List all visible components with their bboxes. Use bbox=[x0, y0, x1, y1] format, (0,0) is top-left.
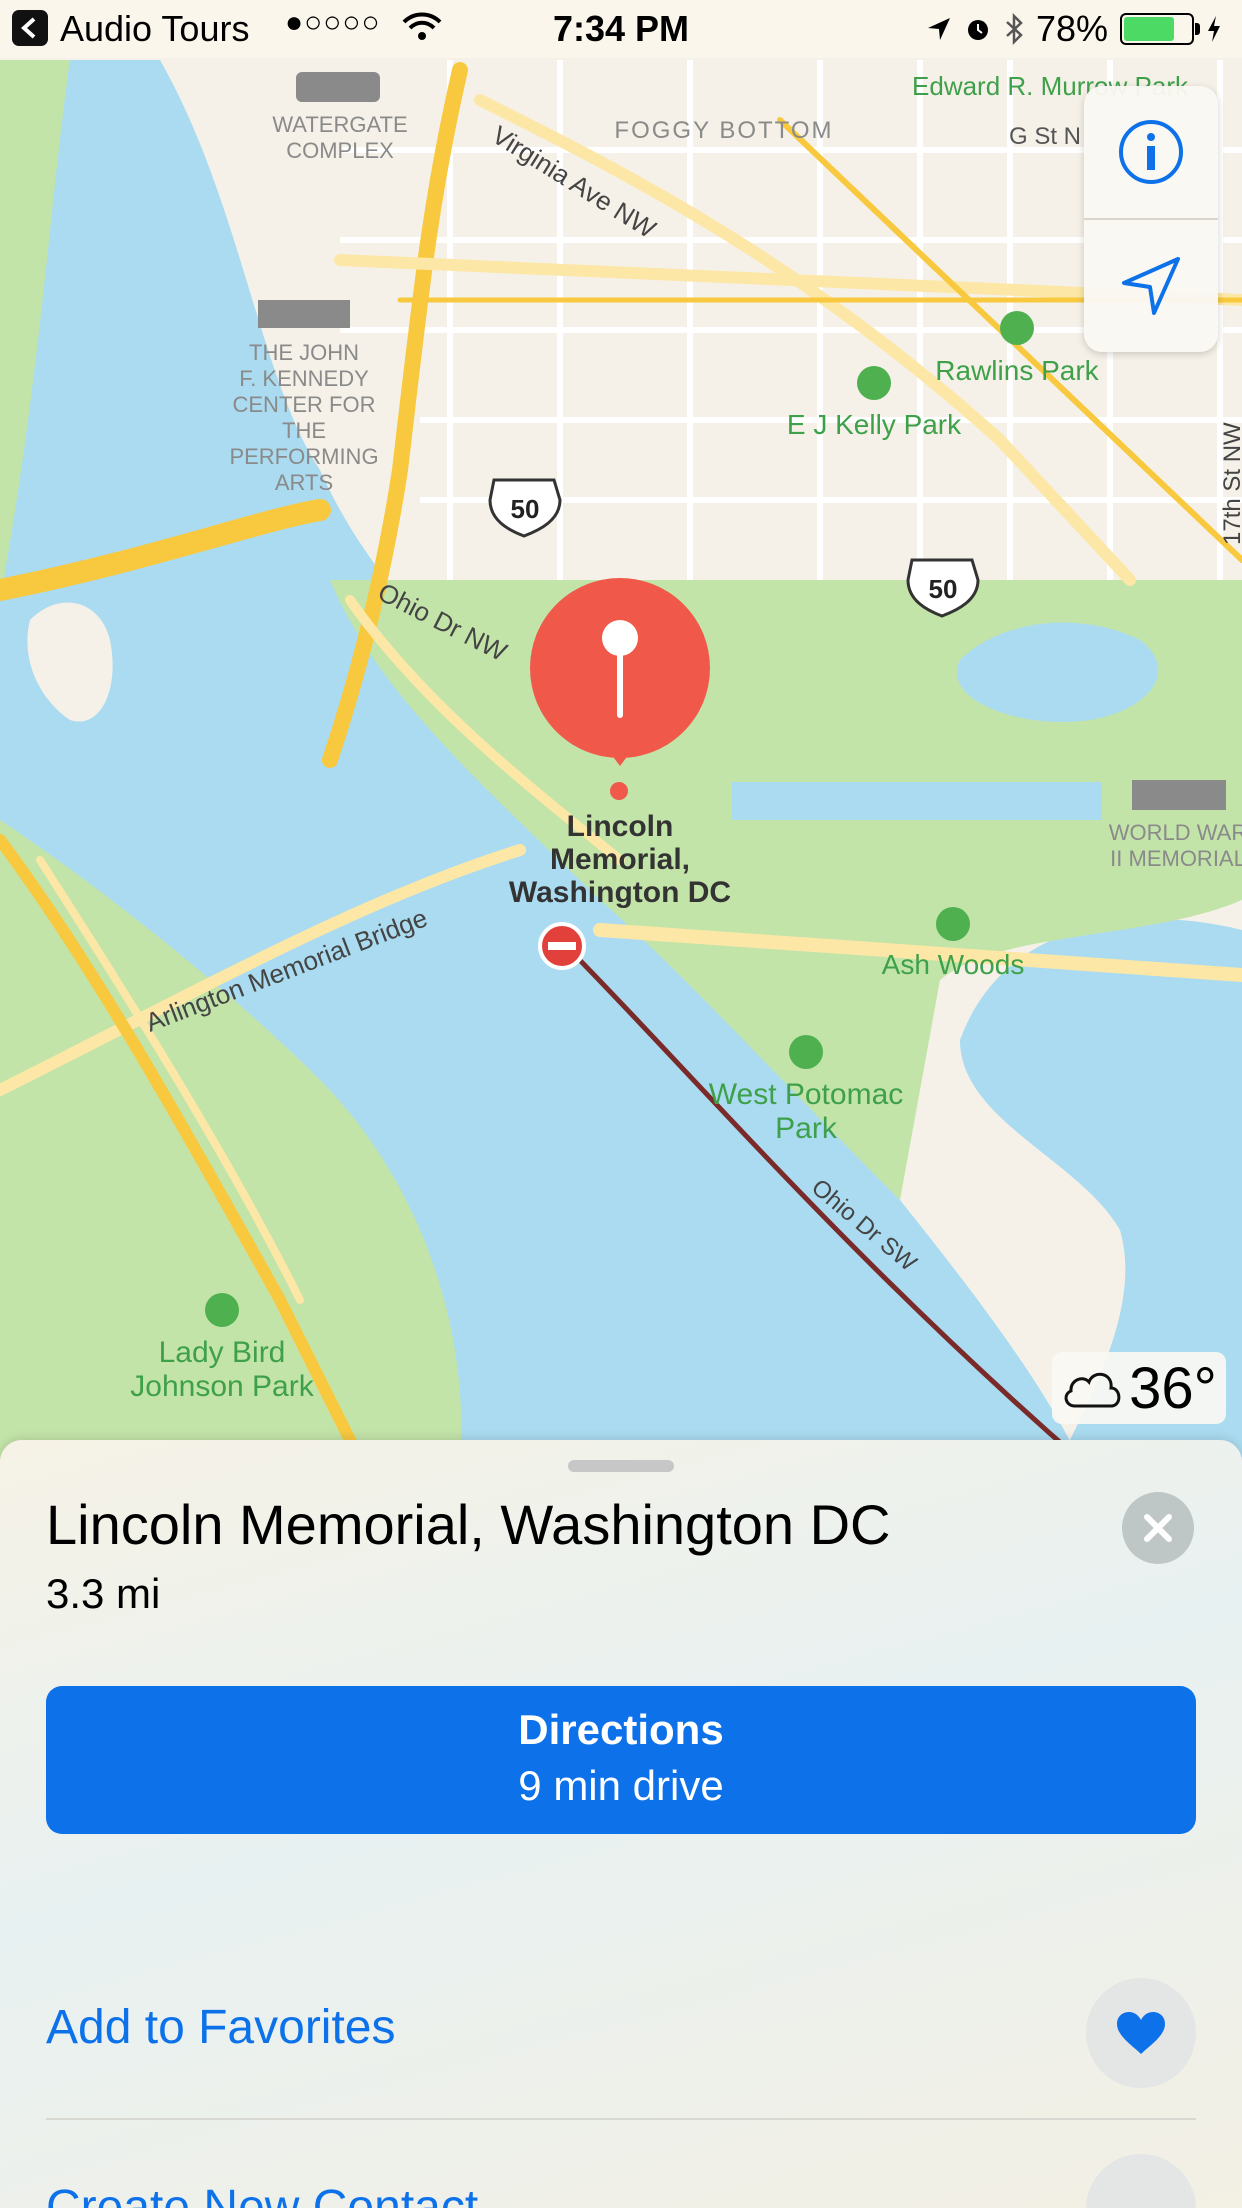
label-kennedy-1: THE JOHN bbox=[249, 340, 359, 365]
info-icon bbox=[1119, 120, 1183, 184]
directions-eta: 9 min drive bbox=[518, 1762, 724, 1809]
temperature: 36° bbox=[1129, 1355, 1217, 1421]
label-lady-bird-1: Lady Bird bbox=[159, 1336, 286, 1369]
label-route-50-b: 50 bbox=[929, 574, 958, 604]
label-rawlins-park: Rawlins Park bbox=[935, 355, 1099, 386]
add-contact-icon[interactable] bbox=[1086, 2154, 1196, 2208]
battery-fill bbox=[1124, 17, 1174, 41]
kennedy-center-icon bbox=[258, 300, 350, 328]
cloud-icon bbox=[1064, 1372, 1121, 1408]
battery-percent: 78% bbox=[1035, 8, 1108, 49]
add-to-favorites-link[interactable]: Add to Favorites bbox=[46, 2000, 396, 2055]
map-controls bbox=[1084, 86, 1218, 352]
directions-button[interactable]: Directions 9 min drive bbox=[46, 1686, 1196, 1834]
label-watergate-2: COMPLEX bbox=[286, 138, 394, 163]
pin-location-dot bbox=[610, 782, 628, 800]
label-kennedy-6: ARTS bbox=[275, 470, 333, 495]
location-services-icon bbox=[927, 18, 950, 40]
label-foggy-bottom: FOGGY BOTTOM bbox=[614, 117, 833, 144]
place-distance: 3.3 mi bbox=[46, 1570, 161, 1617]
label-wwii-1: WORLD WAR bbox=[1109, 820, 1242, 845]
label-wwii-2: II MEMORIAL bbox=[1110, 846, 1242, 871]
close-button[interactable] bbox=[1122, 1492, 1194, 1564]
bluetooth-icon bbox=[1006, 13, 1023, 45]
place-card[interactable]: Lincoln Memorial, Washington DC 3.3 mi D… bbox=[0, 1440, 1242, 2208]
card-grabber[interactable] bbox=[568, 1460, 674, 1472]
label-kennedy-4: THE bbox=[282, 418, 326, 443]
pin-stick bbox=[617, 648, 623, 718]
battery-icon bbox=[1120, 13, 1200, 45]
watergate-icon bbox=[296, 72, 380, 102]
location-button[interactable] bbox=[1084, 220, 1218, 352]
close-icon bbox=[1144, 1514, 1172, 1542]
no-entry-icon bbox=[538, 922, 586, 970]
label-lincoln-1: Lincoln bbox=[567, 810, 674, 843]
label-west-potomac-1: West Potomac bbox=[709, 1078, 904, 1111]
favorite-button[interactable] bbox=[1086, 1978, 1196, 2088]
info-button[interactable] bbox=[1084, 86, 1218, 218]
label-lincoln-3: Washington DC bbox=[509, 876, 731, 909]
weather-chip: 36° bbox=[1052, 1352, 1226, 1424]
create-contact-link[interactable]: Create New Contact bbox=[46, 2180, 478, 2208]
alarm-icon bbox=[967, 20, 988, 40]
heart-icon bbox=[1117, 2012, 1165, 2054]
wwii-memorial-icon bbox=[1132, 780, 1226, 810]
location-arrow-icon bbox=[1122, 257, 1180, 315]
map-pin[interactable] bbox=[530, 578, 710, 766]
label-ej-kelly-park: E J Kelly Park bbox=[787, 409, 962, 440]
label-kennedy-3: CENTER FOR bbox=[233, 392, 376, 417]
label-west-potomac-2: Park bbox=[775, 1112, 838, 1145]
label-lincoln-2: Memorial, bbox=[550, 843, 690, 876]
pin-tip bbox=[608, 750, 632, 766]
map-reflecting-pool bbox=[732, 782, 1102, 820]
label-lady-bird-2: Johnson Park bbox=[130, 1370, 314, 1403]
status-right: 78% bbox=[926, 8, 1222, 50]
charging-icon bbox=[1208, 16, 1220, 42]
label-kennedy-5: PERFORMING bbox=[229, 444, 378, 469]
place-title: Lincoln Memorial, Washington DC bbox=[46, 1493, 891, 1556]
label-watergate-1: WATERGATE bbox=[272, 112, 407, 137]
label-ash-woods: Ash Woods bbox=[882, 949, 1025, 980]
directions-label: Directions bbox=[518, 1706, 724, 1753]
status-bar: Audio Tours ●○○○○ 7:34 PM 78% bbox=[0, 0, 1242, 58]
action-divider bbox=[46, 2118, 1196, 2120]
label-17th-st: 17th St NW bbox=[1219, 422, 1242, 545]
label-g-st: G St N bbox=[1009, 123, 1081, 150]
label-kennedy-2: F. KENNEDY bbox=[239, 366, 369, 391]
label-route-50-a: 50 bbox=[511, 494, 540, 524]
